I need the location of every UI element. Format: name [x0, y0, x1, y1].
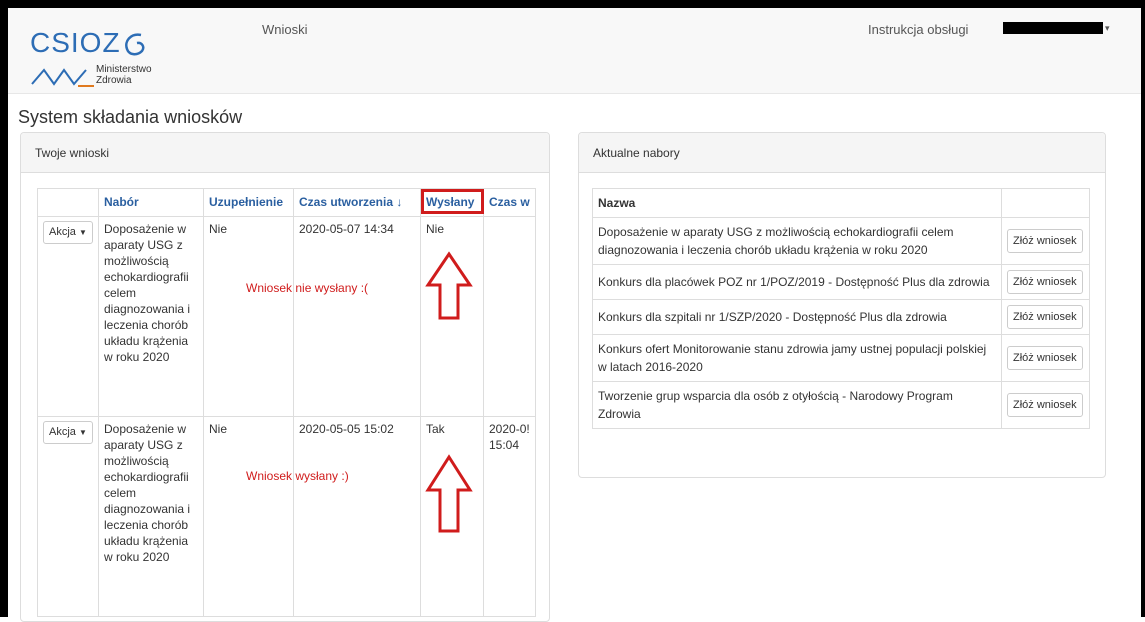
- nav-link-wnioski[interactable]: Wnioski: [262, 22, 308, 37]
- my-applications-heading: Twoje wnioski: [21, 133, 549, 173]
- row-action-cell: Akcja ▼: [37, 216, 99, 417]
- submit-application-button[interactable]: Złóż wniosek: [1007, 346, 1083, 370]
- csioz-logo[interactable]: CSIOZ Ministerstwo Zdrowia: [30, 28, 152, 87]
- screenshot-border-right: [1141, 0, 1145, 617]
- annotation-sent: Wniosek wysłany :): [246, 469, 349, 483]
- table-row: Konkurs dla szpitali nr 1/SZP/2020 - Dos…: [592, 299, 1090, 335]
- col-header-czas-wyslania[interactable]: Czas w: [483, 188, 536, 217]
- csioz-swirl-icon: [124, 33, 144, 56]
- caret-down-icon: ▼: [78, 428, 87, 437]
- nav-link-instrukcja[interactable]: Instrukcja obsługi: [868, 22, 968, 37]
- call-name: Konkurs dla szpitali nr 1/SZP/2020 - Dos…: [592, 299, 1002, 335]
- ministry-zigzag-icon: [31, 68, 94, 87]
- user-menu-redacted[interactable]: [1003, 22, 1103, 34]
- screenshot-border-top: [0, 0, 1145, 8]
- row-nabor: Doposażenie w aparaty USG z możliwością …: [98, 416, 204, 617]
- submit-application-button[interactable]: Złóż wniosek: [1007, 229, 1083, 253]
- call-action-cell: Złóż wniosek: [1001, 334, 1090, 382]
- row-czas-utworzenia: 2020-05-05 15:02: [293, 416, 421, 617]
- screenshot-border-left: [0, 0, 8, 617]
- current-calls-heading: Aktualne nabory: [579, 133, 1105, 173]
- call-action-cell: Złóż wniosek: [1001, 264, 1090, 300]
- akcja-dropdown-button[interactable]: Akcja ▼: [43, 221, 93, 244]
- col-header-empty: [1001, 188, 1090, 218]
- row-uzupelnienie: Nie: [203, 216, 294, 417]
- arrow-up-icon: [425, 454, 473, 533]
- call-action-cell: Złóż wniosek: [1001, 217, 1090, 265]
- call-name: Konkurs dla placówek POZ nr 1/POZ/2019 -…: [592, 264, 1002, 300]
- table-row: Konkurs dla placówek POZ nr 1/POZ/2019 -…: [592, 264, 1090, 300]
- col-header-nabor[interactable]: Nabór: [98, 188, 204, 217]
- akcja-dropdown-button[interactable]: Akcja ▼: [43, 421, 93, 444]
- col-header-nazwa: Nazwa: [592, 188, 1002, 218]
- table-row: Konkurs ofert Monitorowanie stanu zdrowi…: [592, 334, 1090, 382]
- row-czas-wyslania: [483, 216, 536, 417]
- call-name: Tworzenie grup wsparcia dla osób z otyło…: [592, 381, 1002, 429]
- table-header-row: Nazwa: [592, 188, 1090, 218]
- ministry-line2: Zdrowia: [96, 75, 132, 86]
- navbar: CSIOZ Ministerstwo Zdrowia Wnioski Instr…: [8, 8, 1141, 94]
- call-action-cell: Złóż wniosek: [1001, 299, 1090, 335]
- ministry-logo-text: Ministerstwo Zdrowia: [96, 64, 152, 86]
- row-uzupelnienie: Nie: [203, 416, 294, 617]
- page-title: System składania wniosków: [18, 107, 243, 127]
- row-czas-utworzenia: 2020-05-07 14:34: [293, 216, 421, 417]
- call-action-cell: Złóż wniosek: [1001, 381, 1090, 429]
- row-action-cell: Akcja ▼: [37, 416, 99, 617]
- submit-application-button[interactable]: Złóż wniosek: [1007, 270, 1083, 294]
- submit-application-button[interactable]: Złóż wniosek: [1007, 393, 1083, 417]
- wyslany-highlight-box: [421, 189, 484, 214]
- ministry-line1: Ministerstwo: [96, 64, 152, 75]
- csioz-logo-mark: CSIOZ: [30, 28, 147, 59]
- akcja-label: Akcja: [49, 426, 76, 438]
- col-header-czas-utworzenia[interactable]: Czas utworzenia ↓: [293, 188, 421, 217]
- table-row: Tworzenie grup wsparcia dla osób z otyło…: [592, 381, 1090, 429]
- table-row: Doposażenie w aparaty USG z możliwością …: [592, 217, 1090, 265]
- caret-down-icon: ▼: [78, 228, 87, 237]
- akcja-label: Akcja: [49, 226, 76, 238]
- col-header-uzupelnienie[interactable]: Uzupełnienie: [203, 188, 294, 217]
- call-name: Doposażenie w aparaty USG z możliwością …: [592, 217, 1002, 265]
- submit-application-button[interactable]: Złóż wniosek: [1007, 305, 1083, 329]
- row-nabor: Doposażenie w aparaty USG z możliwością …: [98, 216, 204, 417]
- col-header-action: [37, 188, 99, 217]
- annotation-not-sent: Wniosek nie wysłany :(: [246, 281, 369, 295]
- user-menu-caret-icon[interactable]: ▾: [1105, 23, 1110, 34]
- ministry-logo: Ministerstwo Zdrowia: [30, 64, 190, 90]
- calls-table: Nazwa Doposażenie w aparaty USG z możliw…: [592, 188, 1090, 429]
- arrow-up-icon: [425, 251, 473, 320]
- csioz-logo-text: CSIOZ: [30, 27, 121, 58]
- call-name: Konkurs ofert Monitorowanie stanu zdrowi…: [592, 334, 1002, 382]
- row-czas-wyslania: 2020-0! 15:04: [483, 416, 536, 617]
